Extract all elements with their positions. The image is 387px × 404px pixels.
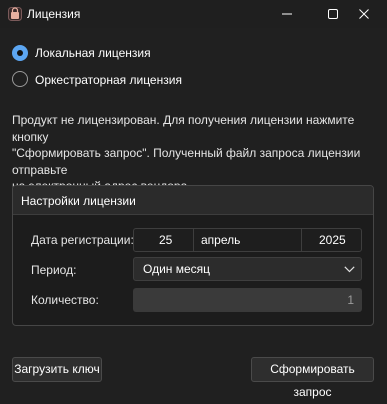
app-icon	[8, 7, 22, 21]
title-bar: Лицензия	[0, 0, 387, 28]
load-key-button[interactable]: Загрузить ключ	[12, 357, 102, 382]
window-title: Лицензия	[27, 7, 81, 21]
date-divider	[301, 229, 302, 251]
license-settings-title: Настройки лицензии	[21, 194, 136, 208]
date-year[interactable]: 2025	[319, 229, 346, 251]
period-value: Один месяц	[143, 262, 211, 276]
date-day[interactable]: 25	[159, 229, 172, 251]
close-icon	[359, 9, 369, 19]
chevron-down-icon	[344, 266, 355, 273]
minimize-icon	[282, 13, 292, 15]
orchestrator-license-label[interactable]: Оркестраторная лицензия	[35, 73, 182, 87]
license-info-text: Продукт не лицензирован. Для получения л…	[12, 113, 361, 193]
maximize-icon	[328, 9, 338, 19]
license-settings-group: Настройки лицензии Дата регистрации: 25 …	[12, 185, 374, 326]
make-request-button[interactable]: Сформировать запрос	[251, 357, 374, 399]
local-license-label[interactable]: Локальная лицензия	[35, 46, 151, 60]
period-select[interactable]: Один месяц	[133, 257, 362, 281]
quantity-label: Количество:	[31, 293, 99, 307]
minimize-button[interactable]	[264, 0, 310, 28]
date-divider	[193, 229, 194, 251]
registration-date-picker[interactable]: 25 апрель 2025	[133, 228, 362, 252]
local-license-radio[interactable]	[12, 45, 28, 61]
close-button[interactable]	[341, 0, 387, 28]
quantity-field: 1	[133, 288, 362, 312]
license-settings-header: Настройки лицензии	[13, 186, 373, 215]
quantity-value: 1	[347, 293, 354, 307]
registration-date-label: Дата регистрации:	[31, 233, 134, 247]
date-month[interactable]: апрель	[201, 229, 240, 251]
orchestrator-license-radio[interactable]	[12, 71, 28, 87]
period-label: Период:	[31, 263, 77, 277]
